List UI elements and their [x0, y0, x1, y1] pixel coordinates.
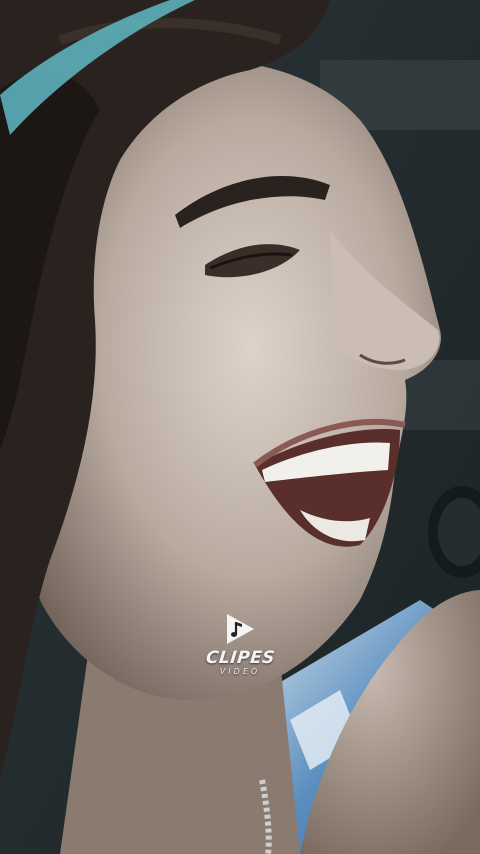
play-music-note-icon: [227, 614, 254, 644]
singer-closeup-photo: [0, 0, 480, 854]
brand-subtitle: VÍDEO: [219, 667, 261, 676]
clipes-video-watermark: CLIPES VÍDEO: [200, 612, 280, 690]
video-frame: CLIPES VÍDEO: [0, 0, 480, 854]
brand-name: CLIPES: [204, 648, 276, 668]
